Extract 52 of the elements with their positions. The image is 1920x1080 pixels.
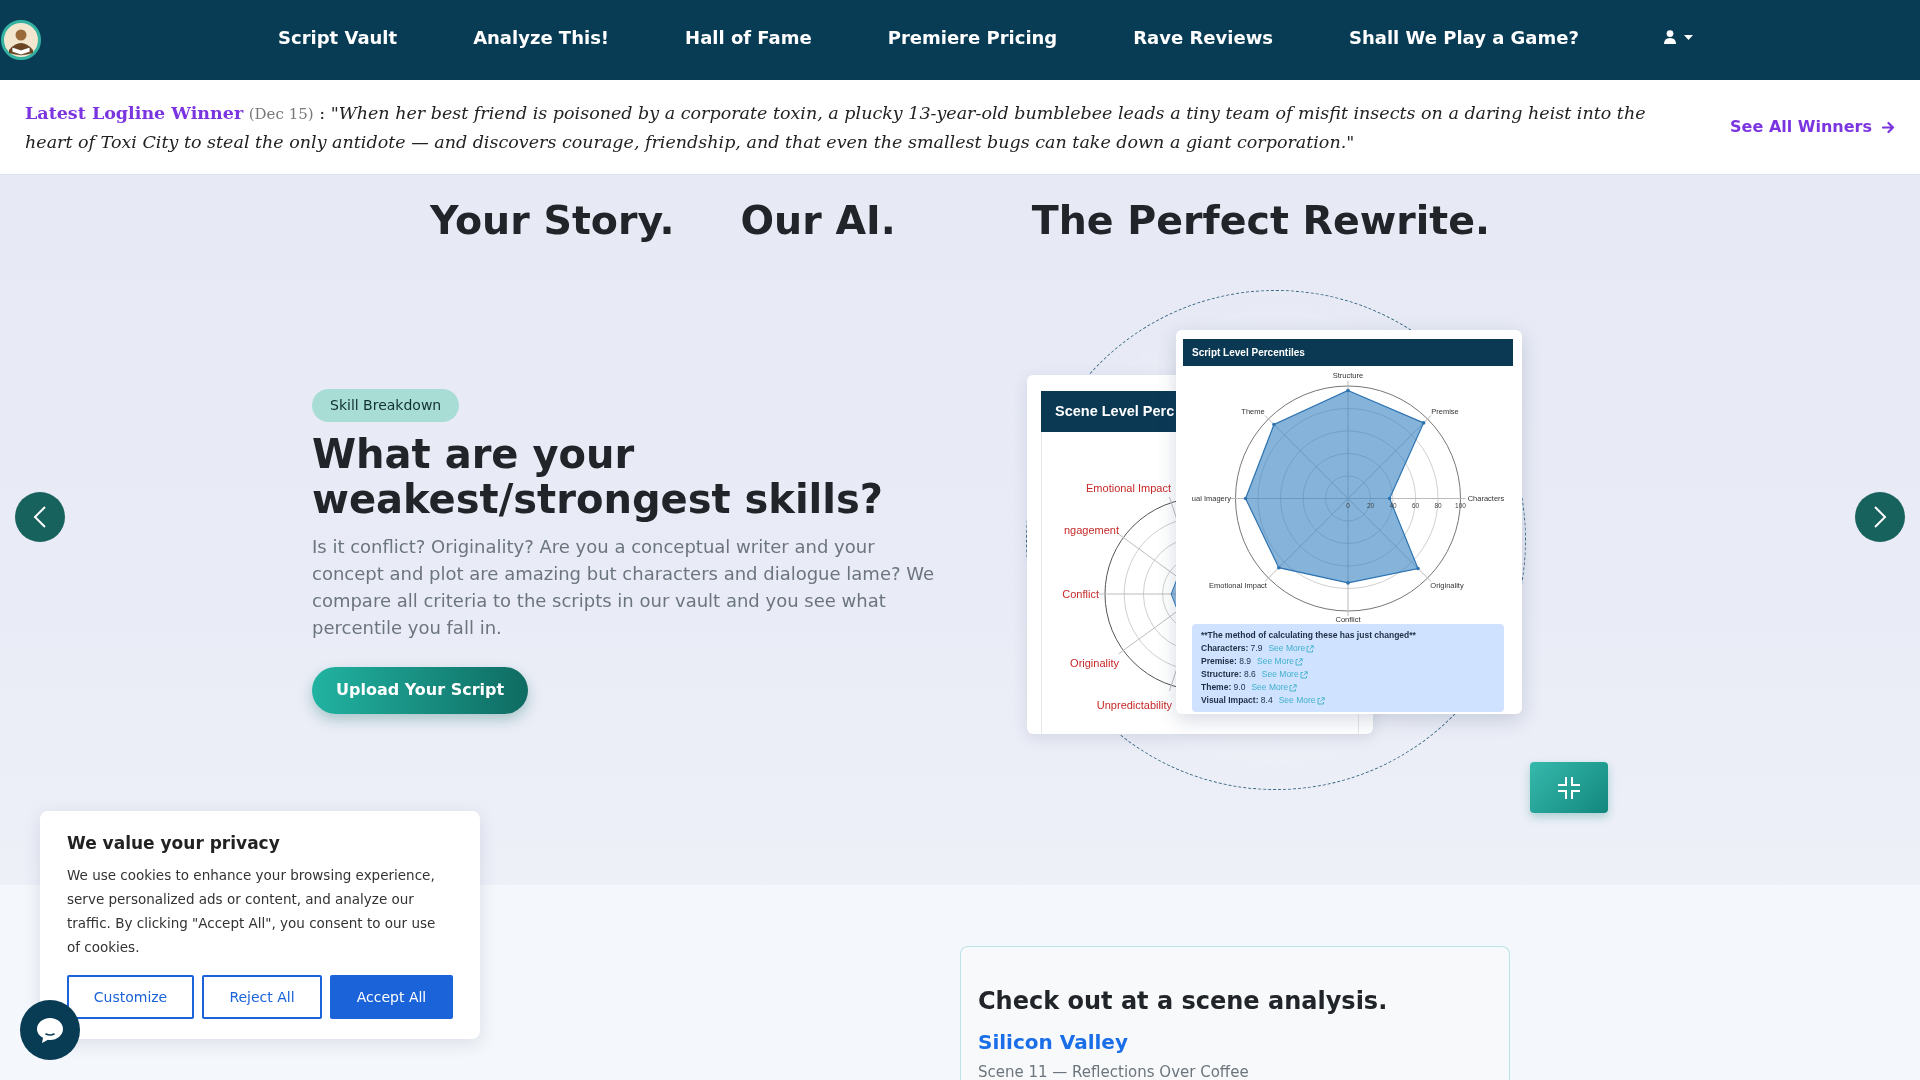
slide-text: Is it conflict? Originality? Are you a conceptual writer and your concept and plot are amazing but characters and dialogue lame? We compare all criteria to the scripts in our vault and you see what percentile you fall in.: [312, 534, 936, 640]
user-icon: [1663, 30, 1676, 44]
upload-script-button[interactable]: Upload Your Script: [312, 666, 529, 714]
tagline: The Perfect Rewrite.: [1031, 197, 1490, 244]
cookie-button[interactable]: Reject All: [202, 975, 322, 1019]
see-all-winners-link[interactable]: See All Winners: [1730, 115, 1895, 139]
external-link-icon: [1306, 644, 1315, 653]
score-text: Characters: 7.9: [1201, 642, 1263, 655]
cookie-button[interactable]: Accept All: [330, 975, 453, 1019]
nav-link[interactable]: Rave Reviews: [1095, 15, 1311, 59]
cookie-button[interactable]: Customize: [67, 975, 194, 1019]
axis-label: Unpredictability: [1096, 699, 1172, 711]
logline-text: Latest Logline Winner (Dec 15) : "When her best friend is poisoned by a corporate toxin, a plucky 13-year-old bumblebee leads a tiny team of misfit insects on a daring heist into the heart of Toxi City to steal the only antidote — and discovers courage, friendship, and that even the smallest bugs can take down a giant corporation.": [25, 101, 1647, 154]
external-link-icon: [1289, 683, 1298, 692]
chevron-right-icon: [1873, 505, 1887, 529]
cookie-title: We value your privacy: [67, 832, 281, 853]
section-heading: Check out at a scene analysis.: [978, 986, 1389, 1016]
category-badge: Skill Breakdown: [312, 388, 460, 422]
chevron-left-icon: [33, 505, 47, 529]
nav-link[interactable]: Premiere Pricing: [849, 15, 1096, 59]
nav-link[interactable]: Analyze This!: [435, 15, 648, 59]
nav-link[interactable]: Shall We Play a Game?: [1311, 15, 1617, 59]
script-title-link[interactable]: Silicon Valley: [978, 1030, 1128, 1055]
compress-button[interactable]: [1530, 762, 1608, 813]
score-text: Visual Impact: 8.4: [1201, 694, 1273, 707]
cookie-text: We use cookies to enhance your browsing experience, serve personalized ads or content, and analyze our traffic. By clicking "Accept All", you consent to our use of cookies.: [67, 866, 437, 957]
tagline: Our AI.: [740, 197, 896, 244]
scene-subtitle: Scene 11 — Reflections Over Coffee: [978, 1063, 1250, 1080]
axis-label: Conflict: [1062, 588, 1099, 600]
axis-label: Emotional Impact: [1086, 482, 1171, 494]
logo-icon: [1, 20, 41, 60]
note-heading: **The method of calculating these has just changed**: [1201, 629, 1417, 642]
compress-icon: [1556, 774, 1582, 801]
external-link-icon: [1316, 696, 1325, 705]
card-title: Script Level Percentiles: [1192, 346, 1305, 360]
next-slide-button[interactable]: [1855, 492, 1905, 542]
nav-link[interactable]: Script Vault: [240, 15, 436, 59]
score-text: Structure: 8.6: [1201, 668, 1256, 681]
speech-bubble-icon: [35, 1015, 65, 1045]
slide-heading: What are your weakest/strongest skills?: [312, 431, 885, 522]
caret-icon: [1683, 34, 1693, 40]
external-link-icon: [1294, 657, 1303, 666]
card-title: Scene Level Perc: [1055, 401, 1175, 421]
axis-label: Originality: [1070, 657, 1119, 669]
axis-label: ngagement: [1063, 524, 1119, 536]
arrow-right-icon: [1882, 120, 1895, 134]
tagline: Your Story.: [430, 197, 675, 244]
previous-slide-button[interactable]: [15, 492, 65, 542]
score-text: Theme: 9.0: [1201, 681, 1246, 694]
external-link-icon: [1299, 670, 1308, 679]
nav-link[interactable]: Hall of Fame: [647, 15, 850, 59]
score-text: Premise: 8.9: [1201, 655, 1252, 668]
